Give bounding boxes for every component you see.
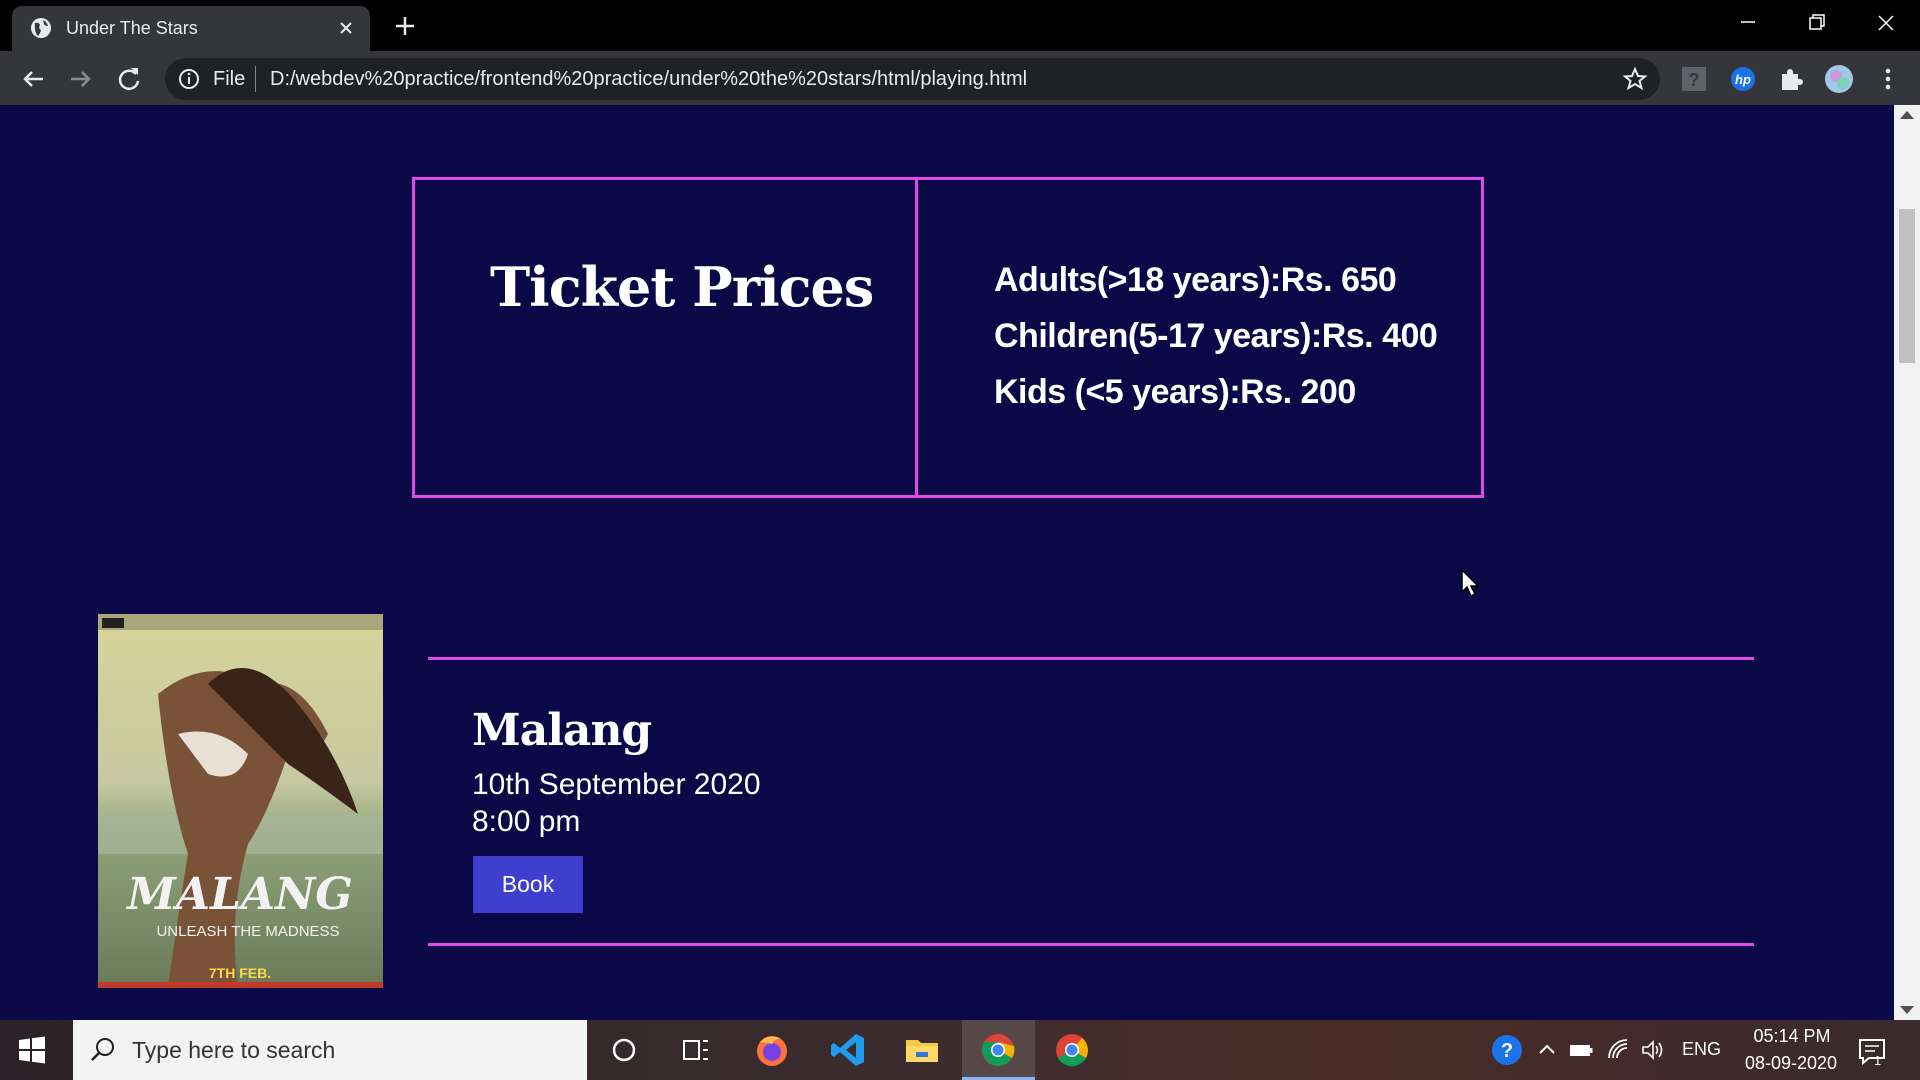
profile-avatar-icon[interactable] [1824,64,1854,94]
file-explorer-icon[interactable] [902,1030,942,1070]
language-indicator[interactable]: ENG [1682,1039,1721,1060]
minimize-icon[interactable] [1728,8,1768,38]
help-tray-icon[interactable]: ? [1491,1034,1523,1066]
movie-date: 10th September 2020 [472,768,761,801]
scheme-label: File [213,68,246,90]
svg-text:?: ? [1689,70,1700,90]
price-children: Children(5-17 years):Rs. 400 [994,317,1438,355]
url-text[interactable]: D:/webdev%20practice/frontend%20practice… [270,68,1027,91]
info-icon[interactable] [178,68,200,90]
movie-bottom-divider [428,943,1754,946]
bookmark-star-icon[interactable] [1622,66,1648,92]
search-icon [91,1038,114,1061]
address-bar[interactable]: File D:/webdev%20practice/frontend%20pra… [165,58,1660,100]
volume-icon[interactable] [1640,1037,1666,1063]
forward-icon[interactable] [66,64,96,94]
globe-icon [31,18,51,38]
mouse-cursor-icon [1461,568,1480,598]
vscode-icon[interactable] [828,1030,868,1070]
price-kids: Kids (<5 years):Rs. 200 [994,373,1356,411]
show-hidden-icons-icon[interactable] [1534,1037,1560,1063]
svg-text:hp: hp [1735,72,1751,87]
page-scrollbar[interactable] [1894,105,1920,1020]
restore-icon[interactable] [1797,8,1837,38]
poster-tagline: UNLEASH THE MADNESS [156,923,339,940]
wifi-icon[interactable] [1606,1037,1632,1063]
tab-title: Under The Stars [66,18,198,38]
chrome-canary-icon[interactable] [1052,1030,1092,1070]
windows-taskbar: Type here to search ? ENG 05:14 PM 08-09… [0,1020,1920,1080]
svg-text:?: ? [1501,1040,1513,1062]
page-viewport: Ticket Prices Adults(>18 years):Rs. 650 … [0,105,1894,1020]
firefox-icon[interactable] [752,1030,792,1070]
cortana-icon[interactable] [604,1030,644,1070]
windows-start-icon[interactable] [18,1036,46,1064]
back-icon[interactable] [18,64,48,94]
movie-time: 8:00 pm [472,805,581,838]
help-extension-icon[interactable]: ? [1679,64,1709,94]
extensions-puzzle-icon[interactable] [1776,64,1806,94]
close-window-icon[interactable] [1866,8,1906,38]
task-view-icon[interactable] [676,1030,716,1070]
new-tab-icon[interactable] [390,11,420,41]
ticket-prices-heading: Ticket Prices [490,255,874,319]
clock-date[interactable]: 08-09-2020 [1736,1053,1846,1074]
notification-center-icon[interactable] [1855,1034,1889,1068]
browser-tab-strip: Under The Stars [0,0,1920,51]
scrollbar-thumb[interactable] [1899,209,1915,363]
close-tab-icon[interactable] [332,14,360,42]
browser-toolbar: File D:/webdev%20practice/frontend%20pra… [0,51,1920,105]
menu-kebab-icon[interactable] [1873,64,1903,94]
poster-title: MALANG [125,869,353,920]
browser-tab[interactable]: Under The Stars [12,6,370,51]
scroll-up-icon[interactable] [1900,111,1914,119]
reload-icon[interactable] [114,64,144,94]
notification-count-badge: 1 [1874,1053,1882,1068]
taskbar-search-box[interactable]: Type here to search [73,1020,587,1080]
chrome-icon[interactable] [978,1030,1018,1070]
price-adults: Adults(>18 years):Rs. 650 [994,261,1397,299]
search-placeholder: Type here to search [132,1037,336,1063]
ticket-prices-divider [915,177,918,498]
poster-release: 7TH FEB. [209,965,271,981]
book-button[interactable]: Book [473,856,583,913]
scroll-down-icon[interactable] [1900,1006,1914,1014]
movie-poster: MALANG UNLEASH THE MADNESS 7TH FEB. [98,614,383,988]
hp-extension-icon[interactable]: hp [1728,64,1758,94]
clock-time[interactable]: 05:14 PM [1744,1026,1840,1047]
omnibox-separator [255,66,256,92]
movie-top-divider [428,657,1754,660]
movie-title: Malang [472,705,652,756]
battery-icon[interactable] [1568,1037,1594,1063]
